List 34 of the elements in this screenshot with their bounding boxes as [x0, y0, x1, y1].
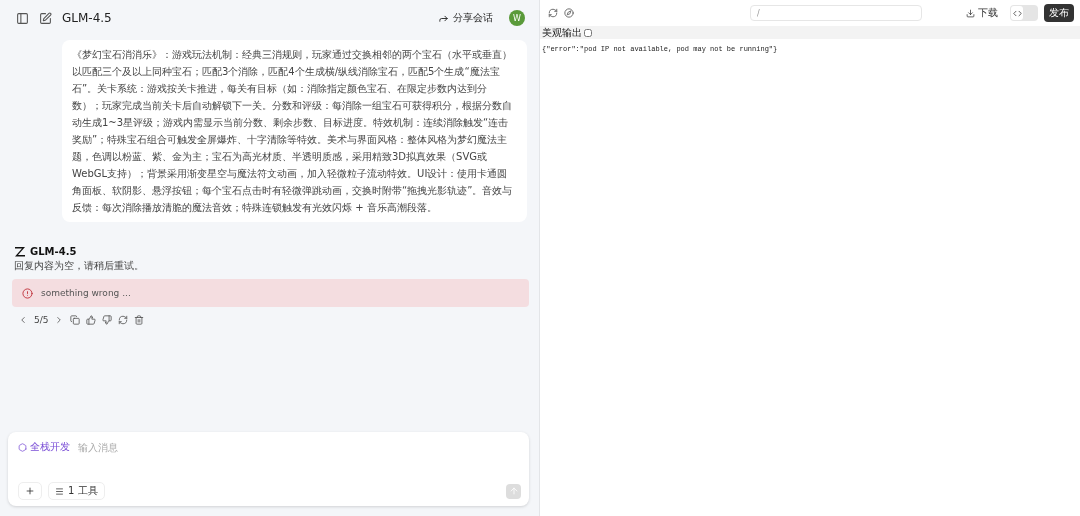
new-chat-icon[interactable] [39, 11, 52, 25]
copy-icon[interactable] [70, 315, 81, 325]
code-view-toggle[interactable] [1010, 5, 1038, 21]
download-button[interactable]: 下载 [960, 5, 1004, 21]
tools-button[interactable]: 1 工具 [48, 482, 105, 500]
user-message: 《梦幻宝石消消乐》：游戏玩法机制：经典三消规则，玩家通过交换相邻的两个宝石（水平或垂直）以匹配三个及以上同种宝石；匹配3个消除，匹配4个生成横/纵线消除宝石，匹配5个生成“魔法宝石”。关卡系统：游戏按关卡推进，每关有目标（如：消除指定颜色宝石、在限定步数内达到分数）；玩家完成当前关卡后自动解锁下一关。分数和评级：每消除一组宝石可获得积分，根据分数自动生成1~3星评级；游戏内需显示当前分数、剩余步数、目标进度。特效机制：连续消除触发“连击奖励”；特殊宝石组合可触发全屏爆炸、十字清除等特效。美术与界面风格：整体风格为梦幻魔法主题，色调以粉蓝、紫、金为主；宝石为高光材质、半透明质感，采用精致3D拟真效果（SVG或WebGL支持）；背景采用渐变星空与魔法符文动画，加入轻微粒子流动特效。UI设计：使用卡通圆角面板、软阴影、悬浮按钮；每个宝石点击时有轻微弹跳动画，交换时附带“拖拽光影轨迹”。音效与反馈：每次消除播放清脆的魔法音效；特殊连锁触发有光效闪烁 + 音乐高潮段落。 [62, 40, 527, 222]
arrow-up-icon [508, 486, 519, 496]
alert-icon [22, 287, 33, 299]
sidebar-toggle-icon[interactable] [16, 11, 29, 25]
share-button[interactable]: 分享会话 [432, 10, 499, 26]
hexagon-icon [18, 442, 27, 452]
model-name: GLM-4.5 [30, 246, 77, 257]
list-icon [55, 486, 64, 496]
chat-title: GLM-4.5 [62, 11, 112, 25]
regenerate-icon[interactable] [118, 315, 129, 325]
thumbs-up-icon[interactable] [86, 315, 97, 325]
mode-tag[interactable]: 全栈开发 [18, 440, 70, 454]
error-text: something wrong ... [41, 288, 131, 298]
pretty-output-label: 美观输出 [542, 25, 582, 40]
download-icon [966, 8, 975, 18]
reply-text: 回复内容为空，请稍后重试。 [13, 259, 145, 273]
code-icon [1012, 8, 1022, 18]
delete-icon[interactable] [134, 315, 145, 325]
thumbs-down-icon[interactable] [102, 315, 113, 325]
add-button[interactable] [18, 482, 42, 500]
refresh-icon[interactable] [548, 8, 558, 18]
plus-icon [25, 486, 35, 496]
model-logo-icon [14, 246, 26, 257]
previous-icon[interactable] [18, 315, 28, 325]
message-input[interactable]: 输入消息 [76, 440, 521, 454]
compass-icon[interactable] [564, 8, 574, 18]
pretty-output-checkbox[interactable] [584, 28, 592, 37]
publish-button[interactable]: 发布 [1044, 4, 1074, 22]
version-pager: 5/5 [34, 315, 49, 325]
